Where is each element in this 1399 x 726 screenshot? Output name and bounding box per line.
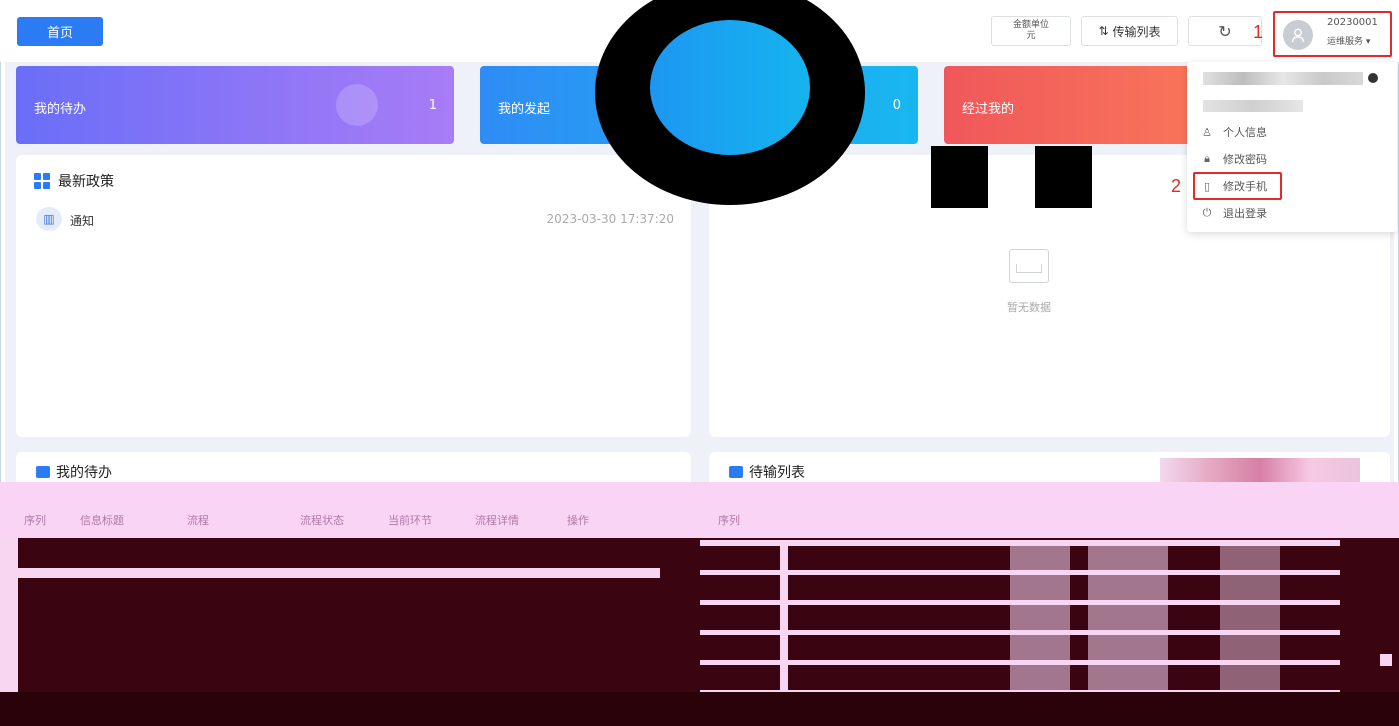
- list-item[interactable]: ▥ 通知 2023-03-30 17:37:20: [36, 207, 674, 231]
- person-icon: ♙: [1202, 125, 1212, 139]
- menu-item-label: 退出登录: [1223, 207, 1267, 220]
- empty-text: 暂无数据: [1007, 301, 1051, 314]
- column-header: 序列: [718, 514, 740, 527]
- glitch-artifact: [1220, 546, 1280, 696]
- column-header: 操作: [567, 514, 589, 527]
- card-count: 1: [428, 98, 437, 113]
- card-label: 我的发起: [498, 102, 551, 117]
- transfer-table-title: 待输列表: [749, 465, 805, 481]
- menu-item-profile[interactable]: ♙ 个人信息: [1201, 122, 1267, 142]
- blurred-username: [1203, 72, 1363, 85]
- list-icon: [36, 466, 50, 478]
- panel-title: 我的待办: [36, 462, 112, 482]
- currency-unit-button[interactable]: 金额单位 元: [991, 16, 1071, 46]
- transfer-list-label: 传输列表: [1112, 24, 1161, 39]
- todo-table-title: 我的待办: [56, 465, 112, 481]
- glitch-artifact: [1380, 654, 1392, 666]
- folder-icon: [729, 466, 743, 478]
- redaction-block: [931, 146, 988, 208]
- empty-inbox-icon: [1009, 249, 1049, 283]
- card-my-todo[interactable]: 我的待办 1: [16, 66, 454, 144]
- menu-item-logout[interactable]: ⏻ 退出登录: [1201, 203, 1267, 223]
- news-title[interactable]: 通知: [70, 212, 94, 229]
- annotation-box-user: [1273, 11, 1392, 57]
- latest-policy-panel: 最新政策 ▥ 通知 2023-03-30 17:37:20: [16, 155, 691, 437]
- my-todo-table-header: 我的待办: [16, 452, 691, 482]
- card-label: 我的待办: [34, 102, 87, 117]
- menu-item-label: 个人信息: [1223, 126, 1267, 139]
- table-header-row: 序列 信息标题 流程 流程状态 当前环节 流程详情 操作 序列: [0, 482, 1399, 538]
- glitch-artifact: [1010, 546, 1070, 696]
- menu-item-label: 修改密码: [1223, 153, 1267, 166]
- glitch-artifact: [1160, 458, 1360, 482]
- home-tab[interactable]: 首页: [17, 17, 103, 46]
- column-header: 信息标题: [80, 514, 124, 527]
- unit-label-line2: 元: [1026, 31, 1036, 41]
- lock-icon: 🔒︎: [1204, 152, 1210, 165]
- column-header: 流程状态: [300, 514, 344, 527]
- verified-icon: [1368, 73, 1378, 83]
- column-header: 流程: [187, 514, 209, 527]
- refresh-button[interactable]: ↻: [1188, 16, 1262, 46]
- refresh-icon: ↻: [1218, 21, 1232, 41]
- glitch-artifact: [1088, 546, 1168, 696]
- glitch-artifact: [14, 568, 660, 578]
- card-label: 经过我的: [962, 102, 1015, 117]
- transfer-list-button[interactable]: ⇅ 传输列表: [1081, 16, 1178, 46]
- annotation-number-2: 2: [1171, 176, 1182, 196]
- redaction-block: [1035, 146, 1092, 208]
- blurred-org: [1203, 100, 1303, 112]
- panel-title: 最新政策: [34, 171, 114, 191]
- news-date: 2023-03-30 17:37:20: [546, 212, 674, 226]
- clock-icon: [336, 84, 378, 126]
- column-header: 流程详情: [475, 514, 519, 527]
- corrupted-table-area: 序列 信息标题 流程 流程状态 当前环节 流程详情 操作 序列: [0, 482, 1399, 726]
- card-count: 0: [892, 98, 901, 113]
- redaction-ring-inner: [650, 20, 810, 155]
- menu-item-change-password[interactable]: 🔒︎ 修改密码: [1201, 149, 1267, 169]
- grid-icon: [34, 173, 50, 189]
- book-icon: ▥: [36, 207, 62, 231]
- panel-title: 待输列表: [729, 462, 805, 482]
- column-header: 当前环节: [388, 514, 432, 527]
- annotation-number-1: 1: [1253, 22, 1264, 42]
- column-header: 序列: [24, 514, 46, 527]
- unit-label-line1: 金额单位: [1012, 20, 1049, 30]
- annotation-box-phone: [1193, 172, 1282, 200]
- transfer-arrows-icon: ⇅: [1098, 24, 1109, 38]
- policy-title: 最新政策: [58, 174, 114, 190]
- glitch-artifact: [780, 546, 788, 716]
- user-dropdown-menu: ♙ 个人信息 🔒︎ 修改密码 ▯ 修改手机 ⏻ 退出登录: [1187, 62, 1397, 232]
- power-icon: ⏻: [1202, 206, 1212, 219]
- glitch-artifact: [0, 692, 1399, 726]
